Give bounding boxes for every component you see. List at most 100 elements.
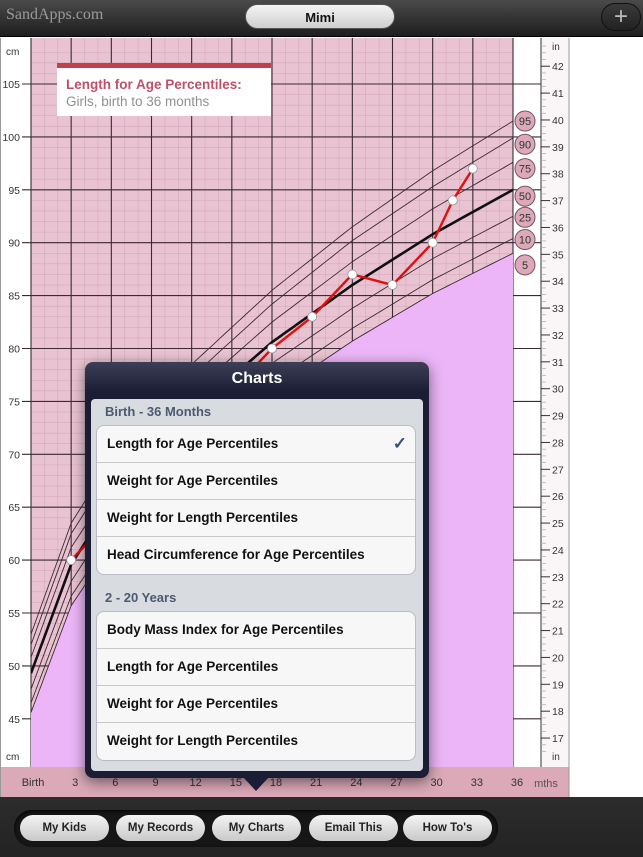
option-label: Weight for Length Percentiles	[107, 510, 299, 525]
chart-option-weight-for-length[interactable]: Weight for Length Percentiles	[97, 500, 415, 537]
inch-tick-label: 26	[552, 491, 564, 503]
inch-tick-label: 36	[552, 222, 564, 234]
how-tos-button[interactable]: How To's	[403, 815, 492, 841]
percentile-badge-label: 10	[519, 235, 531, 247]
inch-tick-label: 30	[552, 384, 564, 396]
percentile-badge-label: 95	[519, 116, 531, 128]
charts-popover: Charts Birth - 36 Months Length for Age …	[85, 362, 429, 778]
measurement-point	[447, 195, 458, 206]
option-label: Head Circumference for Age Percentiles	[107, 547, 365, 562]
chart-group-2-20: Body Mass Index for Age Percentiles Leng…	[96, 611, 416, 761]
x-tick-label: 15	[230, 777, 242, 789]
inch-tick-label: 35	[552, 249, 564, 261]
percentile-badge-label: 75	[519, 164, 531, 176]
measurement-point	[467, 163, 478, 174]
cm-tick-label: 50	[8, 661, 20, 673]
cm-tick-label: 80	[8, 344, 20, 356]
chart-group-birth-36: Length for Age Percentiles ✓ Weight for A…	[96, 425, 416, 575]
popover-arrow	[243, 777, 269, 791]
x-tick-label: 30	[431, 777, 443, 789]
x-axis-unit-label: mths	[534, 778, 558, 790]
inch-tick-label: 32	[552, 330, 564, 342]
inch-tick-label: 39	[552, 142, 564, 154]
inch-tick-label: 24	[552, 545, 564, 557]
inch-tick-label: 38	[552, 169, 564, 181]
cm-tick-label: 75	[8, 396, 20, 408]
section-header-birth-36: Birth - 36 Months	[105, 404, 212, 419]
cm-tick-label: 105	[2, 79, 20, 91]
option-label: Weight for Length Percentiles	[107, 733, 299, 748]
option-label: Weight for Age Percentiles	[107, 696, 279, 711]
inch-tick-label: 17	[552, 733, 564, 745]
cm-tick-label: 45	[8, 714, 20, 726]
option-label: Body Mass Index for Age Percentiles	[107, 622, 344, 637]
inch-tick-label: 27	[552, 464, 564, 476]
inch-tick-label: 29	[552, 411, 564, 423]
x-tick-label: 6	[112, 777, 118, 789]
chart-title: Length for Age Percentiles:	[66, 77, 242, 92]
cm-tick-label: 85	[8, 291, 20, 303]
measurement-point	[387, 280, 398, 290]
x-tick-label: 36	[511, 777, 523, 789]
my-charts-button[interactable]: My Charts	[212, 815, 301, 841]
plus-icon: +	[613, 3, 628, 30]
x-tick-label: 3	[72, 777, 78, 789]
cm-tick-label: 60	[8, 555, 20, 567]
email-this-button[interactable]: Email This	[309, 815, 398, 841]
inch-tick-label: 23	[552, 572, 564, 584]
add-button[interactable]: +	[601, 3, 641, 31]
inch-tick-label: 19	[552, 679, 564, 691]
chart-option-length-for-age-2-20[interactable]: Length for Age Percentiles	[97, 649, 415, 686]
chart-option-length-for-age[interactable]: Length for Age Percentiles ✓	[97, 426, 415, 463]
x-tick-label: 27	[390, 777, 402, 789]
inch-tick-label: 28	[552, 437, 564, 449]
chart-option-head-circumference[interactable]: Head Circumference for Age Percentiles	[97, 537, 415, 574]
brand-label: SandApps.com	[6, 6, 104, 23]
percentile-badge-label: 5	[522, 260, 528, 272]
inch-tick-label: 25	[552, 518, 564, 530]
inch-tick-label: 37	[552, 196, 564, 208]
cm-tick-label: 90	[8, 238, 20, 250]
measurement-point	[66, 555, 77, 565]
my-records-button[interactable]: My Records	[116, 815, 205, 841]
cm-tick-label: 95	[8, 185, 20, 197]
x-tick-label: 33	[471, 777, 483, 789]
x-tick-label: 12	[190, 777, 202, 789]
percentile-badge-label: 90	[519, 139, 531, 151]
cm-tick-label: 70	[8, 449, 20, 461]
inch-tick-label: 34	[552, 276, 564, 288]
popover-body: Birth - 36 Months Length for Age Percent…	[91, 399, 423, 771]
inch-tick-label: 31	[552, 357, 564, 369]
section-header-2-20: 2 - 20 Years	[105, 590, 177, 605]
inch-tick-label: 33	[552, 303, 564, 315]
inch-tick-label: 42	[552, 61, 564, 73]
option-label: Weight for Age Percentiles	[107, 473, 279, 488]
inch-tick-label: 20	[552, 652, 564, 664]
chart-option-weight-for-age[interactable]: Weight for Age Percentiles	[97, 463, 415, 500]
popover-title: Charts	[231, 370, 283, 387]
option-label: Length for Age Percentiles	[107, 659, 279, 674]
chart-option-weight-for-length-2-20[interactable]: Weight for Length Percentiles	[97, 723, 415, 760]
x-tick-label: 24	[350, 777, 362, 789]
child-selector-button[interactable]: Mimi	[245, 4, 395, 29]
button-tray: My Kids My Records My Charts Email This …	[14, 810, 498, 847]
inch-tick-label: 40	[552, 115, 564, 127]
option-label: Length for Age Percentiles	[107, 436, 279, 451]
cm-unit-label: cm	[6, 752, 19, 763]
top-bar: SandApps.com Mimi +	[0, 0, 643, 37]
inch-unit-label: in	[552, 42, 560, 53]
cm-tick-label: 65	[8, 502, 20, 514]
chart-option-weight-for-age-2-20[interactable]: Weight for Age Percentiles	[97, 686, 415, 723]
chart-option-bmi-for-age[interactable]: Body Mass Index for Age Percentiles	[97, 612, 415, 649]
percentile-badge-label: 50	[519, 191, 531, 203]
measurement-point	[347, 269, 358, 280]
inch-tick-label: 22	[552, 599, 564, 611]
percentile-badge-label: 25	[519, 212, 531, 224]
my-kids-button[interactable]: My Kids	[20, 815, 109, 841]
x-tick-label: Birth	[22, 777, 45, 789]
cm-tick-label: 55	[8, 608, 20, 620]
measurement-point	[427, 237, 438, 248]
cm-unit-label: cm	[6, 47, 19, 58]
chart-title-box: Length for Age Percentiles: Girls, birth…	[57, 63, 271, 116]
bottom-toolbar: My Kids My Records My Charts Email This …	[0, 797, 643, 857]
